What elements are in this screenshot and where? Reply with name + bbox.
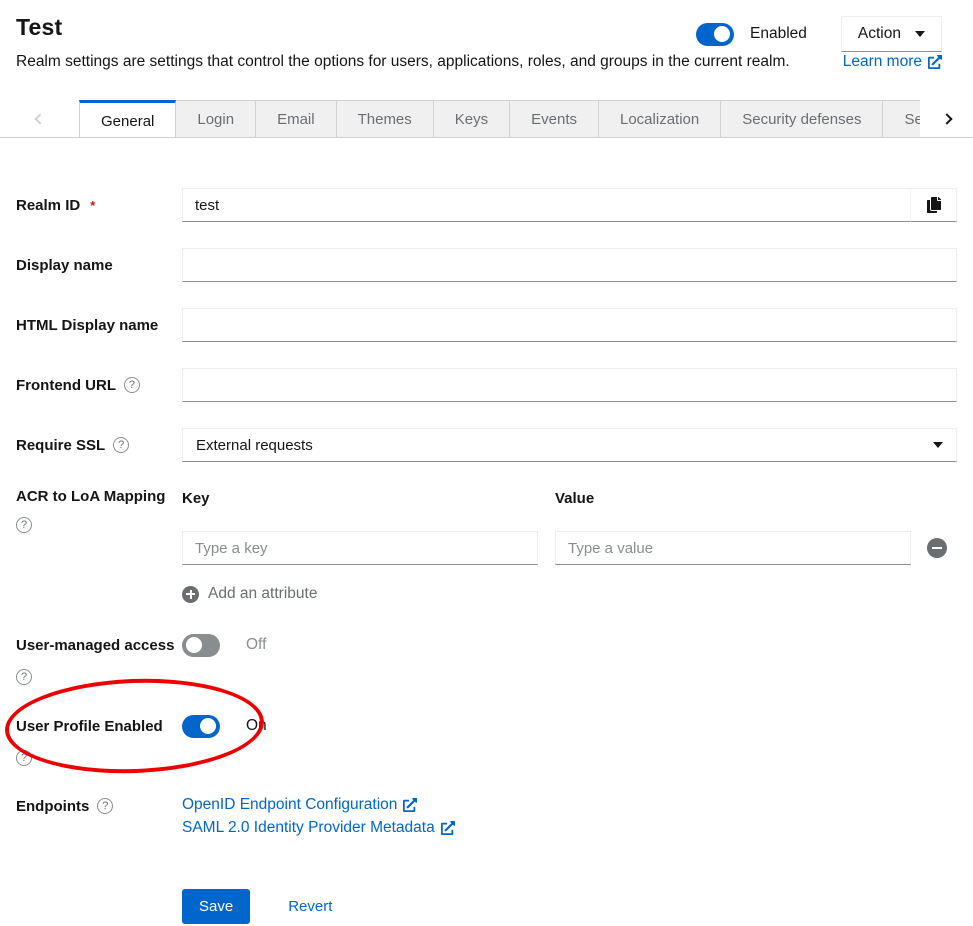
copy-icon	[926, 197, 942, 213]
chevron-left-icon	[34, 113, 45, 124]
frontend-url-input[interactable]	[182, 368, 957, 402]
toggle-knob	[186, 637, 202, 653]
value-column-header: Value	[555, 490, 594, 507]
html-display-name-input[interactable]	[182, 308, 957, 342]
realm-id-input[interactable]	[182, 188, 910, 222]
learn-more-label: Learn more	[843, 53, 922, 71]
required-asterisk: *	[90, 198, 95, 213]
user-managed-access-label: User-managed access ?	[16, 634, 182, 685]
user-managed-access-toggle[interactable]	[182, 634, 220, 657]
external-link-icon	[403, 798, 417, 812]
tab-keys[interactable]: Keys	[434, 100, 510, 137]
acr-loa-mapping-row: ACR to LoA Mapping ? Key Value Add an at…	[16, 488, 957, 608]
tab-security-defenses[interactable]: Security defenses	[721, 100, 883, 137]
copy-button[interactable]	[910, 188, 957, 222]
require-ssl-row: Require SSL? External requests	[16, 428, 957, 462]
save-button[interactable]: Save	[182, 889, 250, 924]
tab-general[interactable]: General	[79, 100, 176, 137]
help-icon[interactable]: ?	[124, 377, 140, 393]
header-controls: Enabled Action	[696, 16, 942, 52]
display-name-input[interactable]	[182, 248, 957, 282]
require-ssl-selected-value: External requests	[196, 437, 313, 454]
tab-events[interactable]: Events	[510, 100, 599, 137]
toggle-knob	[200, 718, 216, 734]
user-profile-enabled-toggle[interactable]	[182, 715, 220, 738]
page-subtitle-row: Realm settings are settings that control…	[16, 53, 942, 71]
chevron-right-icon	[941, 113, 952, 124]
tab-sessions[interactable]: Sessions	[883, 100, 920, 137]
toggle-knob	[714, 26, 730, 42]
page-subtitle: Realm settings are settings that control…	[16, 53, 790, 71]
enabled-label: Enabled	[750, 25, 807, 43]
form-actions: Save Revert	[182, 889, 957, 924]
caret-down-icon	[933, 442, 943, 448]
learn-more-link[interactable]: Learn more	[843, 53, 942, 71]
revert-link[interactable]: Revert	[288, 898, 332, 915]
page-header: Test Realm settings are settings that co…	[0, 0, 973, 100]
tab-login[interactable]: Login	[176, 100, 256, 137]
acr-column-headers: Key Value	[182, 490, 957, 507]
endpoints-row: Endpoints? OpenID Endpoint Configuration…	[16, 796, 957, 837]
minus-icon	[932, 547, 942, 549]
realm-id-label: Realm ID*	[16, 197, 182, 214]
acr-loa-mapping-label: ACR to LoA Mapping ?	[16, 488, 182, 608]
acr-key-input[interactable]	[182, 531, 538, 565]
frontend-url-row: Frontend URL?	[16, 368, 957, 402]
add-attribute-button[interactable]: Add an attribute	[182, 585, 317, 603]
external-link-icon	[441, 821, 455, 835]
key-column-header: Key	[182, 490, 555, 507]
user-profile-enabled-state-label: On	[246, 717, 267, 735]
display-name-label: Display name	[16, 257, 182, 274]
frontend-url-label: Frontend URL?	[16, 377, 182, 394]
user-managed-access-state-label: Off	[246, 636, 266, 654]
general-settings-form: Realm ID* Display name HTML Display name…	[0, 138, 973, 924]
tab-localization[interactable]: Localization	[599, 100, 721, 137]
tabs-strip: General Login Email Themes Keys Events L…	[79, 100, 920, 137]
saml-metadata-link[interactable]: SAML 2.0 Identity Provider Metadata	[182, 819, 957, 837]
realm-id-row: Realm ID*	[16, 188, 957, 222]
help-icon[interactable]: ?	[16, 517, 32, 533]
tab-scroll-right-button[interactable]	[920, 100, 973, 137]
help-icon[interactable]: ?	[16, 669, 32, 685]
help-icon[interactable]: ?	[113, 437, 129, 453]
action-menu-button[interactable]: Action	[841, 16, 942, 52]
add-attribute-label: Add an attribute	[208, 585, 317, 603]
tab-scroll-left-button[interactable]	[0, 100, 79, 137]
user-profile-enabled-label: User Profile Enabled ?	[16, 715, 182, 766]
html-display-name-label: HTML Display name	[16, 317, 182, 334]
user-managed-access-row: User-managed access ? Off	[16, 634, 957, 685]
openid-endpoint-link[interactable]: OpenID Endpoint Configuration	[182, 796, 957, 814]
html-display-name-row: HTML Display name	[16, 308, 957, 342]
user-profile-enabled-row: User Profile Enabled ? On	[16, 715, 957, 766]
caret-down-icon	[915, 31, 925, 37]
display-name-row: Display name	[16, 248, 957, 282]
help-icon[interactable]: ?	[16, 750, 32, 766]
plus-circle-icon	[182, 586, 199, 603]
action-menu-label: Action	[858, 25, 901, 43]
help-icon[interactable]: ?	[97, 798, 113, 814]
require-ssl-label: Require SSL?	[16, 437, 182, 454]
external-link-icon	[928, 55, 942, 69]
acr-attribute-row	[182, 531, 957, 565]
tab-themes[interactable]: Themes	[337, 100, 434, 137]
require-ssl-select[interactable]: External requests	[182, 428, 957, 462]
remove-attribute-button[interactable]	[927, 538, 947, 558]
tab-email[interactable]: Email	[256, 100, 337, 137]
acr-value-input[interactable]	[555, 531, 911, 565]
realm-enabled-toggle[interactable]	[696, 23, 734, 46]
endpoints-label: Endpoints?	[16, 796, 182, 817]
tab-bar: General Login Email Themes Keys Events L…	[0, 100, 973, 138]
